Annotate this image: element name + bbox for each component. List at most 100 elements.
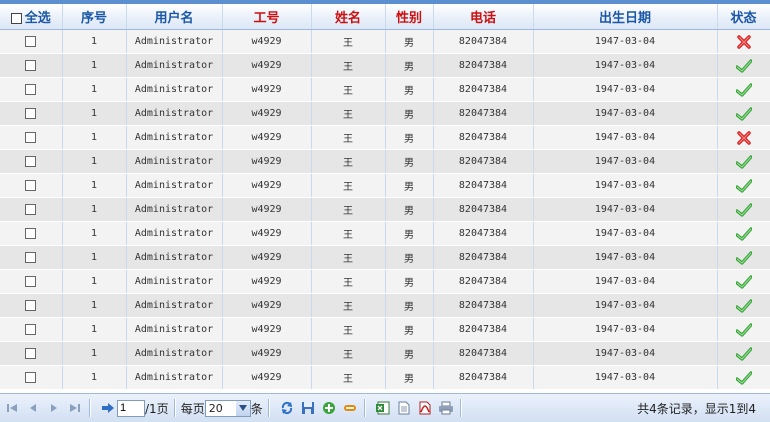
per-page-unit-label: 条 — [250, 401, 263, 416]
row-checkbox-cell[interactable] — [0, 245, 63, 270]
table-row[interactable]: 1 Administrator w4929 王男 82047384 1947-03-04 — [0, 341, 770, 366]
cell-employee-no: w4929 — [222, 341, 312, 366]
row-checkbox[interactable] — [25, 347, 37, 359]
row-checkbox-cell[interactable] — [0, 29, 63, 54]
cell-name: 王 — [311, 101, 386, 126]
table-row[interactable]: 1 Administrator w4929 王男 82047384 1947-03-04 — [0, 269, 770, 294]
cell-index: 1 — [62, 341, 127, 366]
pagination-toolbar: /1页 每页 20 条 共4条记录，显示1到4 — [0, 393, 770, 422]
cell-employee-no: w4929 — [222, 29, 312, 54]
col-header-employee-no[interactable]: 工号 — [222, 4, 312, 30]
page-total-label: /1页 — [145, 401, 169, 416]
cell-gender: 男 — [385, 293, 434, 318]
first-page-icon[interactable] — [3, 399, 21, 417]
row-checkbox[interactable] — [25, 251, 37, 263]
table-row[interactable]: 1 Administrator w4929 王男 82047384 1947-03-04 — [0, 317, 770, 342]
row-checkbox[interactable] — [25, 155, 37, 167]
pdf-export-icon[interactable] — [416, 399, 434, 417]
cell-status — [717, 365, 770, 390]
row-checkbox-cell[interactable] — [0, 221, 63, 246]
refresh-icon[interactable] — [278, 399, 296, 417]
table-row[interactable]: 1 Administrator w4929 王男 82047384 1947-03-04 — [0, 125, 770, 150]
row-checkbox-cell[interactable] — [0, 317, 63, 342]
row-checkbox[interactable] — [25, 323, 37, 335]
cell-index: 1 — [62, 317, 127, 342]
save-icon[interactable] — [299, 399, 317, 417]
table-row[interactable]: 1 Administrator w4929 王男 82047384 1947-03-04 — [0, 197, 770, 222]
table-row[interactable]: 1 Administrator w4929 王男 82047384 1947-03-04 — [0, 77, 770, 102]
row-checkbox[interactable] — [25, 299, 37, 311]
row-checkbox-cell[interactable] — [0, 77, 63, 102]
cell-status — [717, 125, 770, 150]
col-header-status[interactable]: 状态 — [717, 4, 770, 30]
row-checkbox[interactable] — [25, 275, 37, 287]
table-row[interactable]: 1 Administrator w4929 王男 82047384 1947-03-04 — [0, 29, 770, 54]
print-icon[interactable] — [437, 399, 455, 417]
row-checkbox-cell[interactable] — [0, 53, 63, 78]
cell-phone: 82047384 — [433, 149, 534, 174]
row-checkbox-cell[interactable] — [0, 125, 63, 150]
table-row[interactable]: 1 Administrator w4929 王男 82047384 1947-03-04 — [0, 149, 770, 174]
row-checkbox-cell[interactable] — [0, 173, 63, 198]
cell-username: Administrator — [126, 77, 223, 102]
remove-icon[interactable] — [341, 399, 359, 417]
table-row[interactable]: 1 Administrator w4929 王男 82047384 1947-03-04 — [0, 53, 770, 78]
col-header-username[interactable]: 用户名 — [126, 4, 223, 30]
per-page-select[interactable]: 20 — [204, 399, 251, 417]
cell-name: 王 — [311, 365, 386, 390]
row-checkbox[interactable] — [25, 83, 37, 95]
document-export-icon[interactable] — [395, 399, 413, 417]
row-checkbox[interactable] — [25, 179, 37, 191]
last-page-icon[interactable] — [66, 399, 84, 417]
cell-phone: 82047384 — [433, 365, 534, 390]
prev-page-icon[interactable] — [24, 399, 42, 417]
row-checkbox-cell[interactable] — [0, 293, 63, 318]
row-checkbox-cell[interactable] — [0, 197, 63, 222]
page-number-input[interactable] — [117, 399, 145, 417]
cell-gender: 男 — [385, 77, 434, 102]
table-row[interactable]: 1 Administrator w4929 王男 82047384 1947-03-04 — [0, 101, 770, 126]
row-checkbox[interactable] — [25, 203, 37, 215]
next-page-icon[interactable] — [45, 399, 63, 417]
table-row[interactable]: 1 Administrator w4929 王男 82047384 1947-03-04 — [0, 365, 770, 390]
table-header-row: 全选 序号 用户名 工号 姓名 性别 电话 出生日期 状态 — [0, 4, 770, 30]
go-arrow-icon[interactable] — [99, 399, 117, 417]
cell-name: 王 — [311, 149, 386, 174]
row-checkbox[interactable] — [25, 59, 37, 71]
cell-phone: 82047384 — [433, 101, 534, 126]
row-checkbox[interactable] — [25, 35, 37, 47]
row-checkbox[interactable] — [25, 131, 37, 143]
col-header-index[interactable]: 序号 — [62, 4, 127, 30]
row-checkbox-cell[interactable] — [0, 365, 63, 390]
excel-export-icon[interactable] — [374, 399, 392, 417]
row-checkbox[interactable] — [25, 107, 37, 119]
cell-index: 1 — [62, 53, 127, 78]
toolbar-separator — [267, 399, 270, 417]
col-header-birthdate[interactable]: 出生日期 — [533, 4, 718, 30]
select-all-checkbox[interactable] — [10, 13, 22, 24]
row-checkbox-cell[interactable] — [0, 341, 63, 366]
add-icon[interactable] — [320, 399, 338, 417]
row-checkbox-cell[interactable] — [0, 149, 63, 174]
cell-employee-no: w4929 — [222, 149, 312, 174]
cell-status — [717, 197, 770, 222]
table-row[interactable]: 1 Administrator w4929 王男 82047384 1947-03-04 — [0, 221, 770, 246]
row-checkbox[interactable] — [25, 227, 37, 239]
table-row[interactable]: 1 Administrator w4929 王男 82047384 1947-03-04 — [0, 173, 770, 198]
select-all-header[interactable]: 全选 — [0, 4, 63, 30]
cell-phone: 82047384 — [433, 269, 534, 294]
cell-username: Administrator — [126, 149, 223, 174]
cell-username: Administrator — [126, 365, 223, 390]
cell-index: 1 — [62, 293, 127, 318]
cell-index: 1 — [62, 245, 127, 270]
row-checkbox-cell[interactable] — [0, 269, 63, 294]
cell-status — [717, 245, 770, 270]
row-checkbox-cell[interactable] — [0, 101, 63, 126]
col-header-gender[interactable]: 性别 — [385, 4, 434, 30]
col-header-name[interactable]: 姓名 — [311, 4, 386, 30]
table-row[interactable]: 1 Administrator w4929 王男 82047384 1947-03-04 — [0, 245, 770, 270]
col-header-phone[interactable]: 电话 — [433, 4, 534, 30]
cell-birthdate: 1947-03-04 — [533, 29, 718, 54]
table-row[interactable]: 1 Administrator w4929 王男 82047384 1947-03-04 — [0, 293, 770, 318]
row-checkbox[interactable] — [25, 371, 37, 383]
